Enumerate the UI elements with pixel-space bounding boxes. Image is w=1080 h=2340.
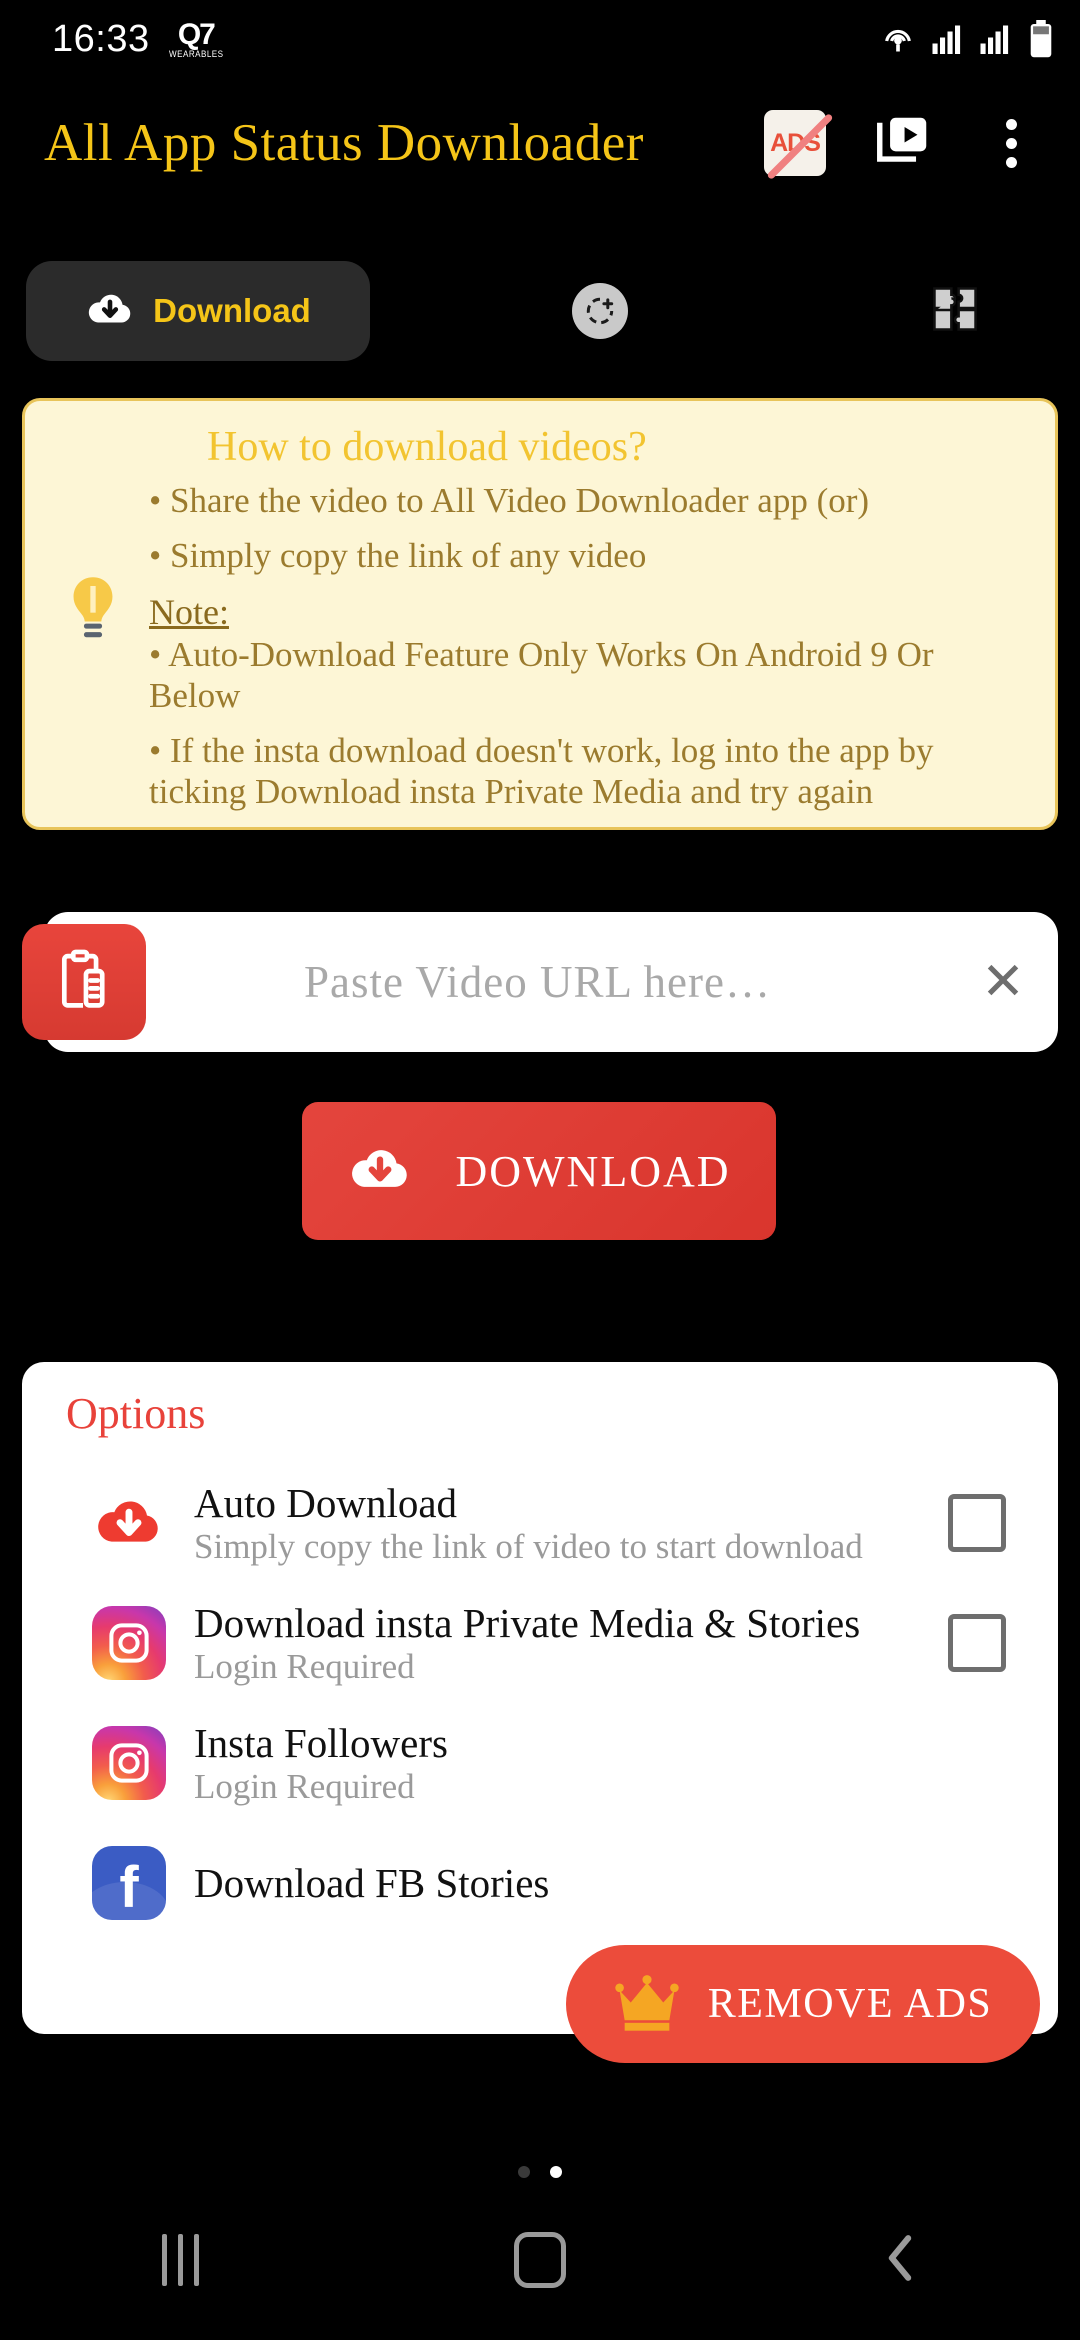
page-dot-2-active bbox=[550, 2166, 562, 2178]
home-button[interactable] bbox=[440, 2200, 640, 2320]
option-title: Auto Download bbox=[194, 1480, 458, 1527]
signal-sim1-icon bbox=[932, 24, 966, 54]
option-text-insta-followers: Insta Followers Login Required bbox=[184, 1720, 1006, 1806]
signal-sim2-icon bbox=[980, 24, 1014, 54]
paste-url-button[interactable] bbox=[22, 924, 146, 1040]
cloud-download-icon bbox=[347, 1136, 413, 1207]
back-button[interactable] bbox=[800, 2200, 1000, 2320]
overflow-menu-icon bbox=[1005, 118, 1017, 168]
tab-download[interactable]: Download bbox=[26, 261, 370, 361]
facebook-f-glyph: f bbox=[119, 1855, 139, 1920]
add-status-icon bbox=[572, 283, 628, 339]
option-text-auto-download: Auto Download Simply copy the link of vi… bbox=[184, 1480, 948, 1566]
clear-url-button[interactable]: ✕ bbox=[948, 952, 1058, 1012]
option-row-fb-stories[interactable]: f Download FB Stories bbox=[22, 1823, 1058, 1943]
instagram-icon bbox=[74, 1726, 184, 1800]
download-button[interactable]: DOWNLOAD bbox=[302, 1102, 776, 1240]
status-bar-right bbox=[878, 19, 1054, 59]
option-subtitle: Login Required bbox=[194, 1766, 415, 1806]
puzzle-icon bbox=[926, 280, 984, 343]
page-indicator bbox=[0, 2166, 1080, 2178]
remove-ads-toolbar-button[interactable]: ADS bbox=[756, 104, 834, 182]
status-bar-left: 16:33 Q7 WEARABLES bbox=[52, 18, 226, 61]
option-text-insta-private-media: Download insta Private Media & Stories L… bbox=[184, 1600, 948, 1686]
clipboard-paste-icon bbox=[55, 948, 113, 1017]
facebook-icon: f bbox=[74, 1846, 184, 1920]
q7-badge-subtext: WEARABLES bbox=[168, 48, 224, 59]
note-bullet-1: • Auto-Download Feature Only Works On An… bbox=[149, 635, 934, 716]
app-bar: All App Status Downloader ADS bbox=[0, 88, 1080, 198]
recents-button[interactable] bbox=[80, 2200, 280, 2320]
back-icon bbox=[878, 2230, 922, 2291]
instagram-icon bbox=[74, 1606, 184, 1680]
remove-ads-button[interactable]: REMOVE ADS bbox=[566, 1945, 1040, 2063]
options-title: Options bbox=[66, 1389, 206, 1438]
note-heading: Note: bbox=[149, 592, 229, 633]
cloud-download-icon bbox=[85, 284, 135, 339]
page-title: All App Status Downloader bbox=[44, 114, 644, 172]
option-title: Insta Followers bbox=[194, 1720, 448, 1767]
option-row-insta-followers[interactable]: Insta Followers Login Required bbox=[22, 1703, 1058, 1823]
how-to-info-body: How to download videos? • Share the vide… bbox=[149, 417, 1033, 811]
q7-badge-text: Q7 bbox=[177, 17, 216, 51]
phone-screen: 16:33 Q7 WEARABLES All App Status Downlo… bbox=[0, 0, 1080, 2340]
option-subtitle: Login Required bbox=[194, 1646, 415, 1686]
option-title: Download insta Private Media & Stories bbox=[194, 1600, 861, 1647]
url-input-row: Paste Video URL here… ✕ bbox=[22, 912, 1058, 1052]
no-ads-icon: ADS bbox=[764, 110, 834, 181]
tab-download-label: Download bbox=[153, 292, 311, 329]
status-bar: 16:33 Q7 WEARABLES bbox=[0, 0, 1080, 78]
option-subtitle: Simply copy the link of video to start d… bbox=[194, 1526, 863, 1566]
url-input-placeholder[interactable]: Paste Video URL here… bbox=[44, 956, 948, 1008]
note-bullet-2: • If the insta download doesn't work, lo… bbox=[149, 731, 934, 812]
crown-icon bbox=[614, 1971, 680, 2038]
app-bar-actions: ADS bbox=[756, 104, 1080, 182]
how-to-bullet-1: • Share the video to All Video Downloade… bbox=[149, 481, 870, 520]
page-dot-1 bbox=[518, 2166, 530, 2178]
android-nav-bar bbox=[0, 2180, 1080, 2340]
status-bar-clock: 16:33 bbox=[52, 17, 150, 60]
overflow-menu-button[interactable] bbox=[972, 104, 1050, 182]
how-to-bullet-2: • Simply copy the link of any video bbox=[149, 536, 647, 576]
home-icon bbox=[514, 2232, 566, 2288]
remove-ads-label: REMOVE ADS bbox=[707, 1981, 993, 2027]
hotspot-icon bbox=[878, 19, 918, 59]
cloud-download-red-icon bbox=[74, 1487, 184, 1559]
tab-bar: Download bbox=[0, 252, 1080, 370]
q7-wearables-notification-icon: Q7 WEARABLES bbox=[166, 17, 227, 59]
recents-icon bbox=[161, 2234, 199, 2286]
option-row-auto-download[interactable]: Auto Download Simply copy the link of vi… bbox=[22, 1463, 1058, 1583]
option-checkbox-auto-download[interactable] bbox=[948, 1494, 1006, 1552]
option-checkbox-insta-private-media[interactable] bbox=[948, 1614, 1006, 1672]
options-card: Options Auto Download Simply copy the li… bbox=[22, 1362, 1058, 2034]
tab-status-saver[interactable] bbox=[370, 261, 830, 361]
option-title: Download FB Stories bbox=[194, 1859, 550, 1906]
video-library-icon bbox=[872, 110, 934, 177]
tab-more-tools[interactable] bbox=[830, 261, 1080, 361]
video-library-button[interactable] bbox=[864, 104, 942, 182]
option-text-fb-stories: Download FB Stories bbox=[184, 1860, 1006, 1907]
how-to-title: How to download videos? bbox=[207, 424, 647, 470]
how-to-info-card: How to download videos? • Share the vide… bbox=[22, 398, 1058, 830]
battery-icon bbox=[1028, 20, 1054, 58]
url-input-container[interactable]: Paste Video URL here… ✕ bbox=[44, 912, 1058, 1052]
lightbulb-icon bbox=[37, 417, 149, 811]
download-button-label: DOWNLOAD bbox=[455, 1146, 731, 1196]
option-row-insta-private-media[interactable]: Download insta Private Media & Stories L… bbox=[22, 1583, 1058, 1703]
